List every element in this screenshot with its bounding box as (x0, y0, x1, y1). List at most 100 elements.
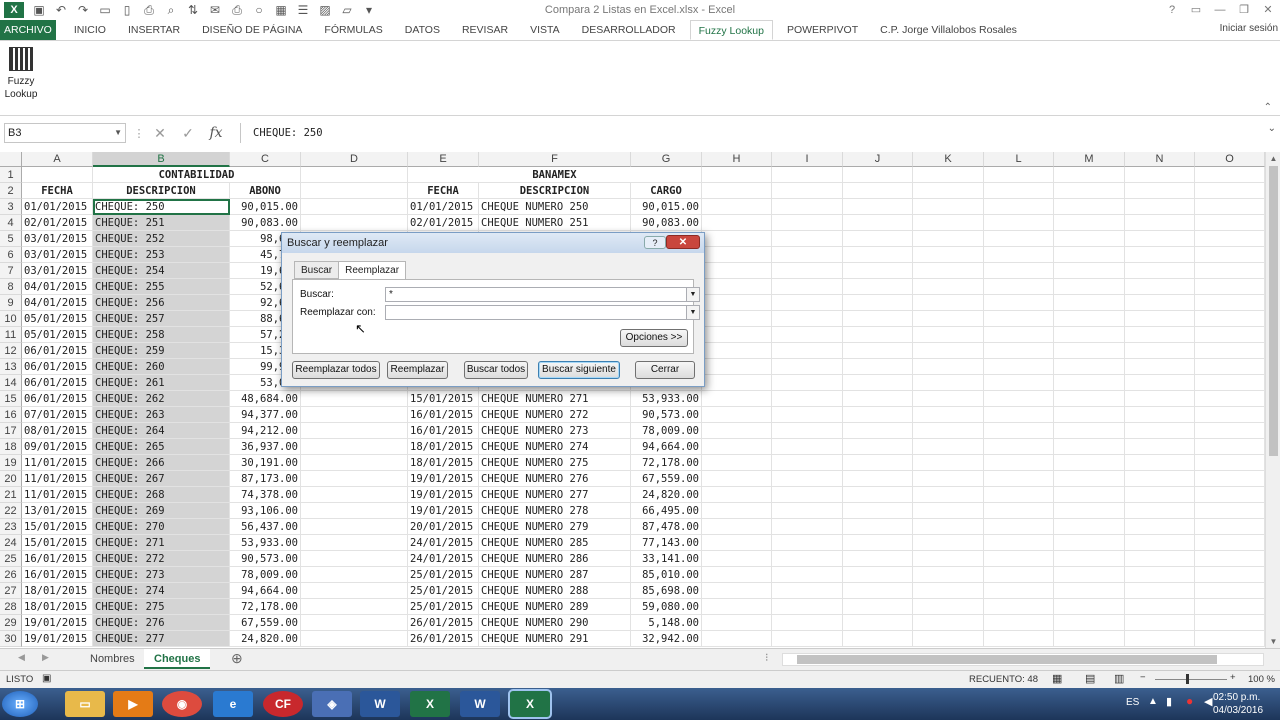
column-header-o[interactable]: O (1195, 152, 1265, 167)
dialog-help-button[interactable]: ? (644, 236, 666, 249)
cell-b12[interactable]: CHEQUE: 259 (93, 343, 230, 359)
cell-i4[interactable] (772, 215, 843, 231)
zoom-out-icon[interactable]: − (1140, 672, 1146, 683)
tab-vista[interactable]: VISTA (522, 20, 568, 40)
cell-b6[interactable]: CHEQUE: 253 (93, 247, 230, 263)
cell-m10[interactable] (1054, 311, 1125, 327)
cell-m28[interactable] (1054, 599, 1125, 615)
cell-b29[interactable]: CHEQUE: 276 (93, 615, 230, 631)
cell-m17[interactable] (1054, 423, 1125, 439)
sheet-tab-cheques[interactable]: Cheques (144, 649, 211, 669)
find-all-button[interactable]: Buscar todos (464, 361, 528, 379)
cell-b23[interactable]: CHEQUE: 270 (93, 519, 230, 535)
cell-m3[interactable] (1054, 199, 1125, 215)
cell-m16[interactable] (1054, 407, 1125, 423)
cell-h1[interactable] (702, 167, 772, 183)
replace-all-button[interactable]: Reemplazar todos (292, 361, 380, 379)
cell-c21[interactable]: 74,378.00 (230, 487, 301, 503)
cell-c18[interactable]: 36,937.00 (230, 439, 301, 455)
cell-h28[interactable] (702, 599, 772, 615)
cell-n11[interactable] (1125, 327, 1195, 343)
cell-n15[interactable] (1125, 391, 1195, 407)
cell-a1[interactable] (22, 167, 93, 183)
cell-m1[interactable] (1054, 167, 1125, 183)
cell-j20[interactable] (843, 471, 913, 487)
cell-g27[interactable]: 85,698.00 (631, 583, 702, 599)
hscroll-thumb[interactable] (797, 655, 1217, 664)
cell-k4[interactable] (913, 215, 984, 231)
cell-i13[interactable] (772, 359, 843, 375)
cell-i27[interactable] (772, 583, 843, 599)
cell-i23[interactable] (772, 519, 843, 535)
row-header[interactable]: 21 (0, 487, 22, 503)
cell-b24[interactable]: CHEQUE: 271 (93, 535, 230, 551)
cell-e22[interactable]: 19/01/2015 (408, 503, 479, 519)
column-header-i[interactable]: I (772, 152, 843, 167)
cell-j2[interactable] (843, 183, 913, 199)
cell-l5[interactable] (984, 231, 1054, 247)
cell-n25[interactable] (1125, 551, 1195, 567)
replace-dropdown-icon[interactable]: ▼ (686, 306, 699, 319)
cell-l20[interactable] (984, 471, 1054, 487)
cell-o27[interactable] (1195, 583, 1265, 599)
cell-j17[interactable] (843, 423, 913, 439)
cell-h9[interactable] (702, 295, 772, 311)
row-header[interactable]: 6 (0, 247, 22, 263)
cell-l2[interactable] (984, 183, 1054, 199)
cell-i21[interactable] (772, 487, 843, 503)
cell-g24[interactable]: 77,143.00 (631, 535, 702, 551)
horizontal-scrollbar[interactable] (782, 653, 1264, 666)
cell-f19[interactable]: CHEQUE NUMERO 275 (479, 455, 631, 471)
cell-o4[interactable] (1195, 215, 1265, 231)
cell-n23[interactable] (1125, 519, 1195, 535)
cell-e28[interactable]: 25/01/2015 (408, 599, 479, 615)
cell-c2[interactable]: ABONO (230, 183, 301, 199)
select-all-corner[interactable] (0, 152, 22, 167)
cell-a24[interactable]: 15/01/2015 (22, 535, 93, 551)
cell-h12[interactable] (702, 343, 772, 359)
cell-o11[interactable] (1195, 327, 1265, 343)
cell-n12[interactable] (1125, 343, 1195, 359)
cell-c29[interactable]: 67,559.00 (230, 615, 301, 631)
vertical-scrollbar[interactable]: ▲ ▼ (1265, 152, 1280, 648)
cell-h13[interactable] (702, 359, 772, 375)
cell-g25[interactable]: 33,141.00 (631, 551, 702, 567)
cell-i20[interactable] (772, 471, 843, 487)
help-icon[interactable]: ? (1160, 0, 1184, 20)
cell-o17[interactable] (1195, 423, 1265, 439)
cell-k20[interactable] (913, 471, 984, 487)
cell-m23[interactable] (1054, 519, 1125, 535)
cell-o9[interactable] (1195, 295, 1265, 311)
cell-i17[interactable] (772, 423, 843, 439)
tab-reemplazar[interactable]: Reemplazar (338, 261, 407, 280)
cell-j11[interactable] (843, 327, 913, 343)
cell-m5[interactable] (1054, 231, 1125, 247)
tab-fuzzy-lookup[interactable]: Fuzzy Lookup (689, 20, 773, 40)
row-header[interactable]: 14 (0, 375, 22, 391)
cell-i11[interactable] (772, 327, 843, 343)
row-header[interactable]: 8 (0, 279, 22, 295)
explorer-icon[interactable]: ▭ (65, 691, 105, 717)
cell-j9[interactable] (843, 295, 913, 311)
cell-i12[interactable] (772, 343, 843, 359)
cell-h27[interactable] (702, 583, 772, 599)
cell-m4[interactable] (1054, 215, 1125, 231)
cell-e21[interactable]: 19/01/2015 (408, 487, 479, 503)
cell-h7[interactable] (702, 263, 772, 279)
cell-f4[interactable]: CHEQUE NUMERO 251 (479, 215, 631, 231)
cell-n16[interactable] (1125, 407, 1195, 423)
cell-m29[interactable] (1054, 615, 1125, 631)
cell-m26[interactable] (1054, 567, 1125, 583)
cell-m30[interactable] (1054, 631, 1125, 647)
cell-n28[interactable] (1125, 599, 1195, 615)
cell-f2[interactable]: DESCRIPCION (479, 183, 631, 199)
cell-i10[interactable] (772, 311, 843, 327)
cell-h14[interactable] (702, 375, 772, 391)
cell-b13[interactable]: CHEQUE: 260 (93, 359, 230, 375)
row-header[interactable]: 18 (0, 439, 22, 455)
cell-h3[interactable] (702, 199, 772, 215)
cell-h16[interactable] (702, 407, 772, 423)
cell-b9[interactable]: CHEQUE: 256 (93, 295, 230, 311)
cell-d26[interactable] (301, 567, 408, 583)
cell-n1[interactable] (1125, 167, 1195, 183)
